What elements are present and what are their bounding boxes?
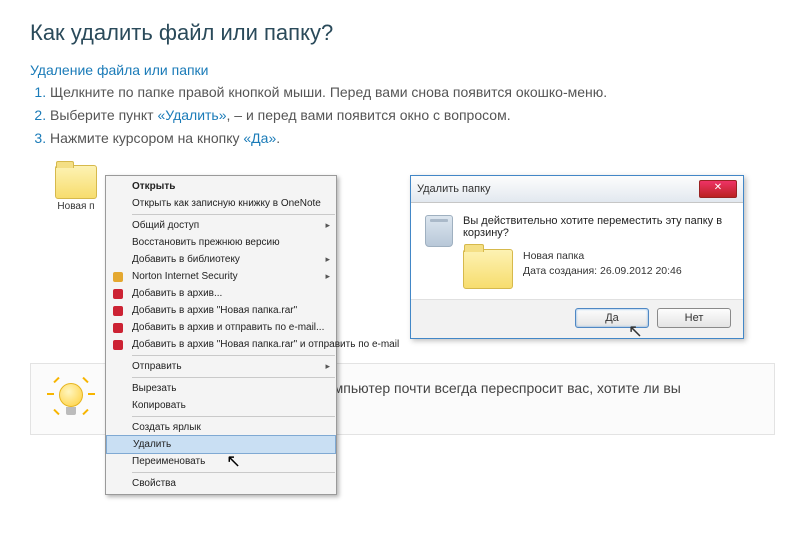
cm-arch2[interactable]: Добавить в архив "Новая папка.rar" <box>106 302 336 319</box>
cm-props[interactable]: Свойства <box>106 475 336 492</box>
folder-icon <box>463 249 513 289</box>
cm-rename[interactable]: Переименовать <box>106 453 336 470</box>
cm-library[interactable]: Добавить в библиотеку <box>106 251 336 268</box>
cm-copy[interactable]: Копировать <box>106 397 336 414</box>
cm-open[interactable]: Открыть <box>106 178 336 195</box>
dialog-question: Вы действительно хотите переместить эту … <box>463 215 729 239</box>
page-title: Как удалить файл или папку? <box>30 20 775 46</box>
section-subtitle: Удаление файла или папки <box>30 62 775 78</box>
folder-label: Новая п <box>57 201 94 212</box>
context-menu: Открыть Открыть как записную книжку в On… <box>105 175 337 495</box>
recycle-bin-icon <box>425 215 453 247</box>
step-3: Нажмите курсором на кнопку «Да». <box>50 128 775 149</box>
context-menu-illustration: Новая п Открыть Открыть как записную кни… <box>50 165 350 212</box>
yes-keyword: «Да» <box>243 130 276 146</box>
no-button[interactable]: Нет <box>657 308 731 328</box>
cursor-icon: ↖ <box>226 451 241 472</box>
step-1: Щелкните по папке правой кнопкой мыши. П… <box>50 82 775 103</box>
cm-share[interactable]: Общий доступ <box>106 217 336 234</box>
folder-date: Дата создания: 26.09.2012 20:46 <box>523 264 682 279</box>
lightbulb-icon <box>51 379 91 419</box>
folder-icon <box>55 165 97 199</box>
cm-arch4[interactable]: Добавить в архив "Новая папка.rar" и отп… <box>106 336 336 353</box>
cm-restore[interactable]: Восстановить прежнюю версию <box>106 234 336 251</box>
confirm-dialog: Удалить папку ✕ Вы действительно хотите … <box>410 175 744 339</box>
dialog-title-text: Удалить папку <box>417 183 491 195</box>
dialog-titlebar: Удалить папку ✕ <box>411 176 743 203</box>
cm-arch3[interactable]: Добавить в архив и отправить по e-mail..… <box>106 319 336 336</box>
cm-onenote[interactable]: Открыть как записную книжку в OneNote <box>106 195 336 212</box>
cm-delete[interactable]: Удалить <box>106 435 336 454</box>
delete-keyword: «Удалить» <box>157 107 226 123</box>
folder-name: Новая папка <box>523 249 682 264</box>
cm-norton[interactable]: Norton Internet Security <box>106 268 336 285</box>
desktop-folder[interactable]: Новая п <box>50 165 102 212</box>
cursor-icon: ↖ <box>628 321 643 342</box>
cm-shortcut[interactable]: Создать ярлык <box>106 419 336 436</box>
cm-arch1[interactable]: Добавить в архив... <box>106 285 336 302</box>
cm-cut[interactable]: Вырезать <box>106 380 336 397</box>
close-button[interactable]: ✕ <box>699 180 737 198</box>
step-2: Выберите пункт «Удалить», – и перед вами… <box>50 105 775 126</box>
cm-send[interactable]: Отправить <box>106 358 336 375</box>
steps-list: Щелкните по папке правой кнопкой мыши. П… <box>30 82 775 149</box>
